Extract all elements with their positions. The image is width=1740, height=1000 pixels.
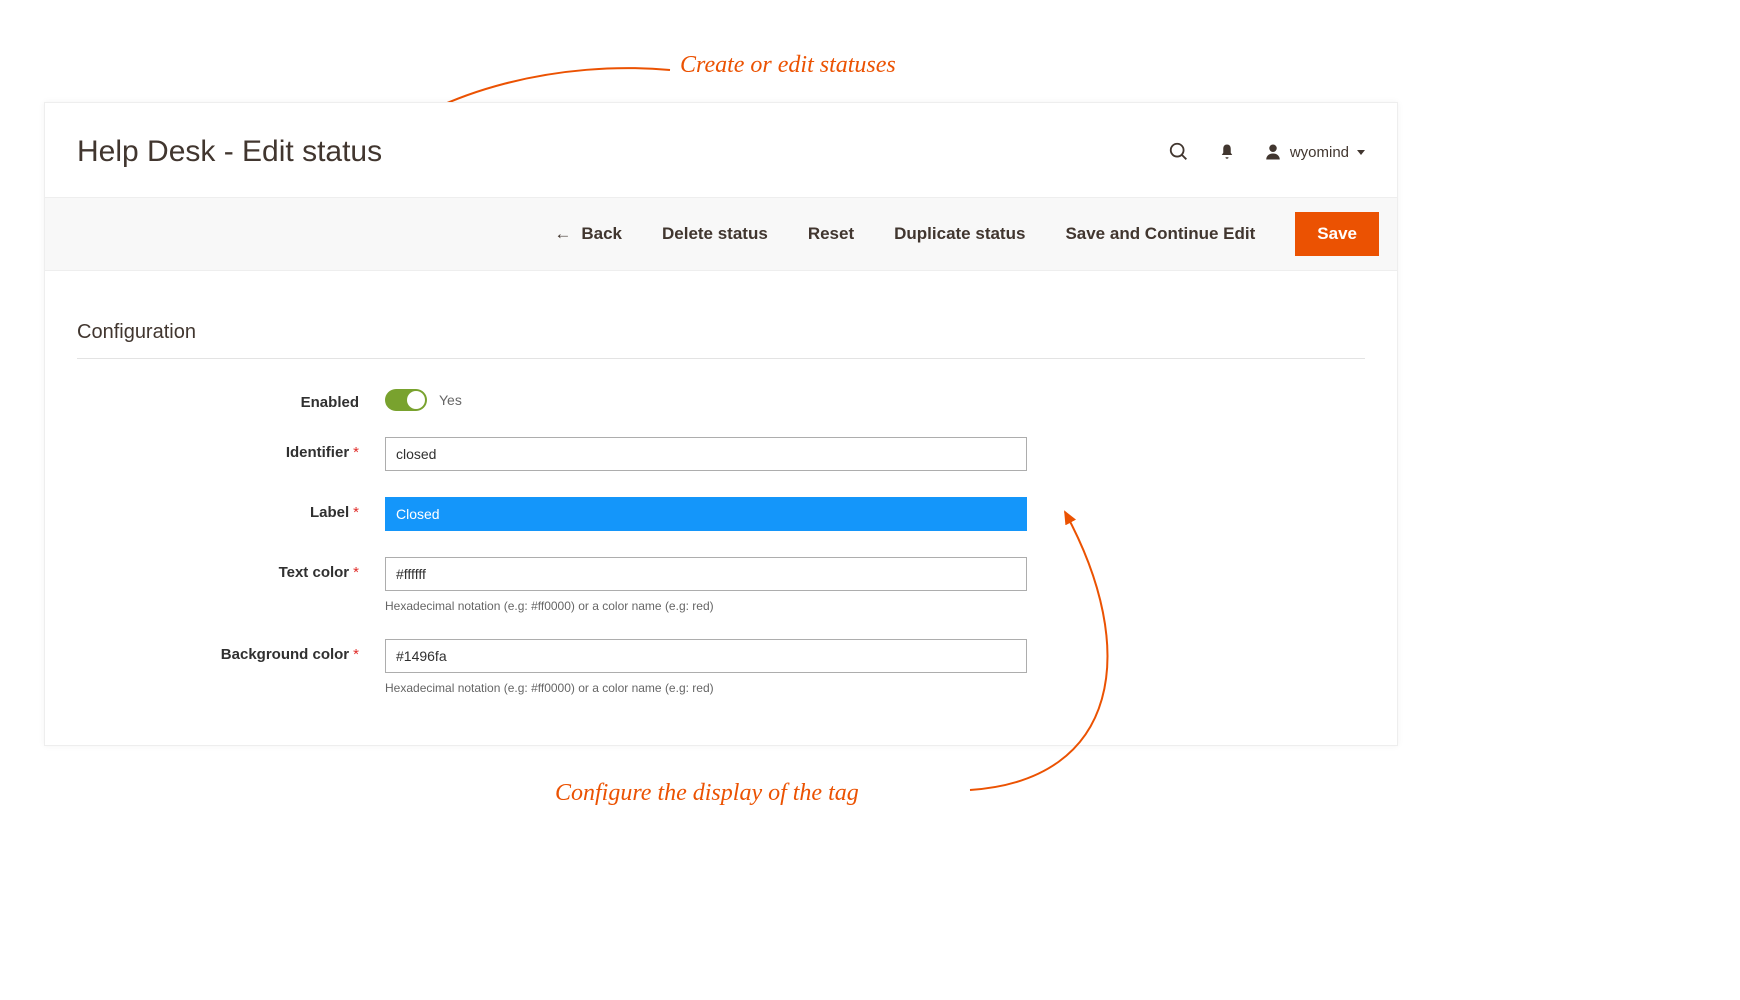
notifications-icon[interactable] <box>1218 143 1236 161</box>
annotation-top: Create or edit statuses <box>680 52 896 79</box>
save-continue-button[interactable]: Save and Continue Edit <box>1065 224 1255 244</box>
bg-color-label: Background color* <box>77 639 385 663</box>
enabled-toggle[interactable] <box>385 389 427 411</box>
enabled-value-text: Yes <box>439 392 462 408</box>
label-label: Label* <box>77 497 385 521</box>
text-color-row: Text color* Hexadecimal notation (e.g: #… <box>77 557 1365 613</box>
annotation-bottom: Configure the display of the tag <box>555 780 859 807</box>
section-title: Configuration <box>77 271 1365 359</box>
chevron-down-icon <box>1357 150 1365 155</box>
user-icon <box>1264 143 1282 161</box>
identifier-row: Identifier* <box>77 437 1365 471</box>
annotation-bottom-arrow <box>930 500 1170 800</box>
reset-button[interactable]: Reset <box>808 224 854 244</box>
save-button[interactable]: Save <box>1295 212 1379 256</box>
delete-status-button[interactable]: Delete status <box>662 224 768 244</box>
identifier-label: Identifier* <box>77 437 385 461</box>
admin-panel: Help Desk - Edit status wyomind ← Back D… <box>44 102 1398 746</box>
user-name: wyomind <box>1290 144 1349 161</box>
arrow-left-icon: ← <box>554 224 571 244</box>
page-title: Help Desk - Edit status <box>77 135 382 169</box>
page-header: Help Desk - Edit status wyomind <box>45 103 1397 197</box>
label-row: Label* <box>77 497 1365 531</box>
configuration-form: Enabled Yes Identifier* Label* <box>45 359 1397 745</box>
header-tools: wyomind <box>1168 141 1365 163</box>
enabled-row: Enabled Yes <box>77 387 1365 411</box>
action-bar: ← Back Delete status Reset Duplicate sta… <box>45 197 1397 271</box>
user-menu[interactable]: wyomind <box>1264 143 1365 161</box>
back-button[interactable]: ← Back <box>554 224 622 244</box>
enabled-label: Enabled <box>77 387 385 411</box>
search-icon[interactable] <box>1168 141 1190 163</box>
duplicate-status-button[interactable]: Duplicate status <box>894 224 1025 244</box>
back-label: Back <box>581 224 622 244</box>
text-color-label: Text color* <box>77 557 385 581</box>
identifier-input[interactable] <box>385 437 1027 471</box>
bg-color-row: Background color* Hexadecimal notation (… <box>77 639 1365 695</box>
